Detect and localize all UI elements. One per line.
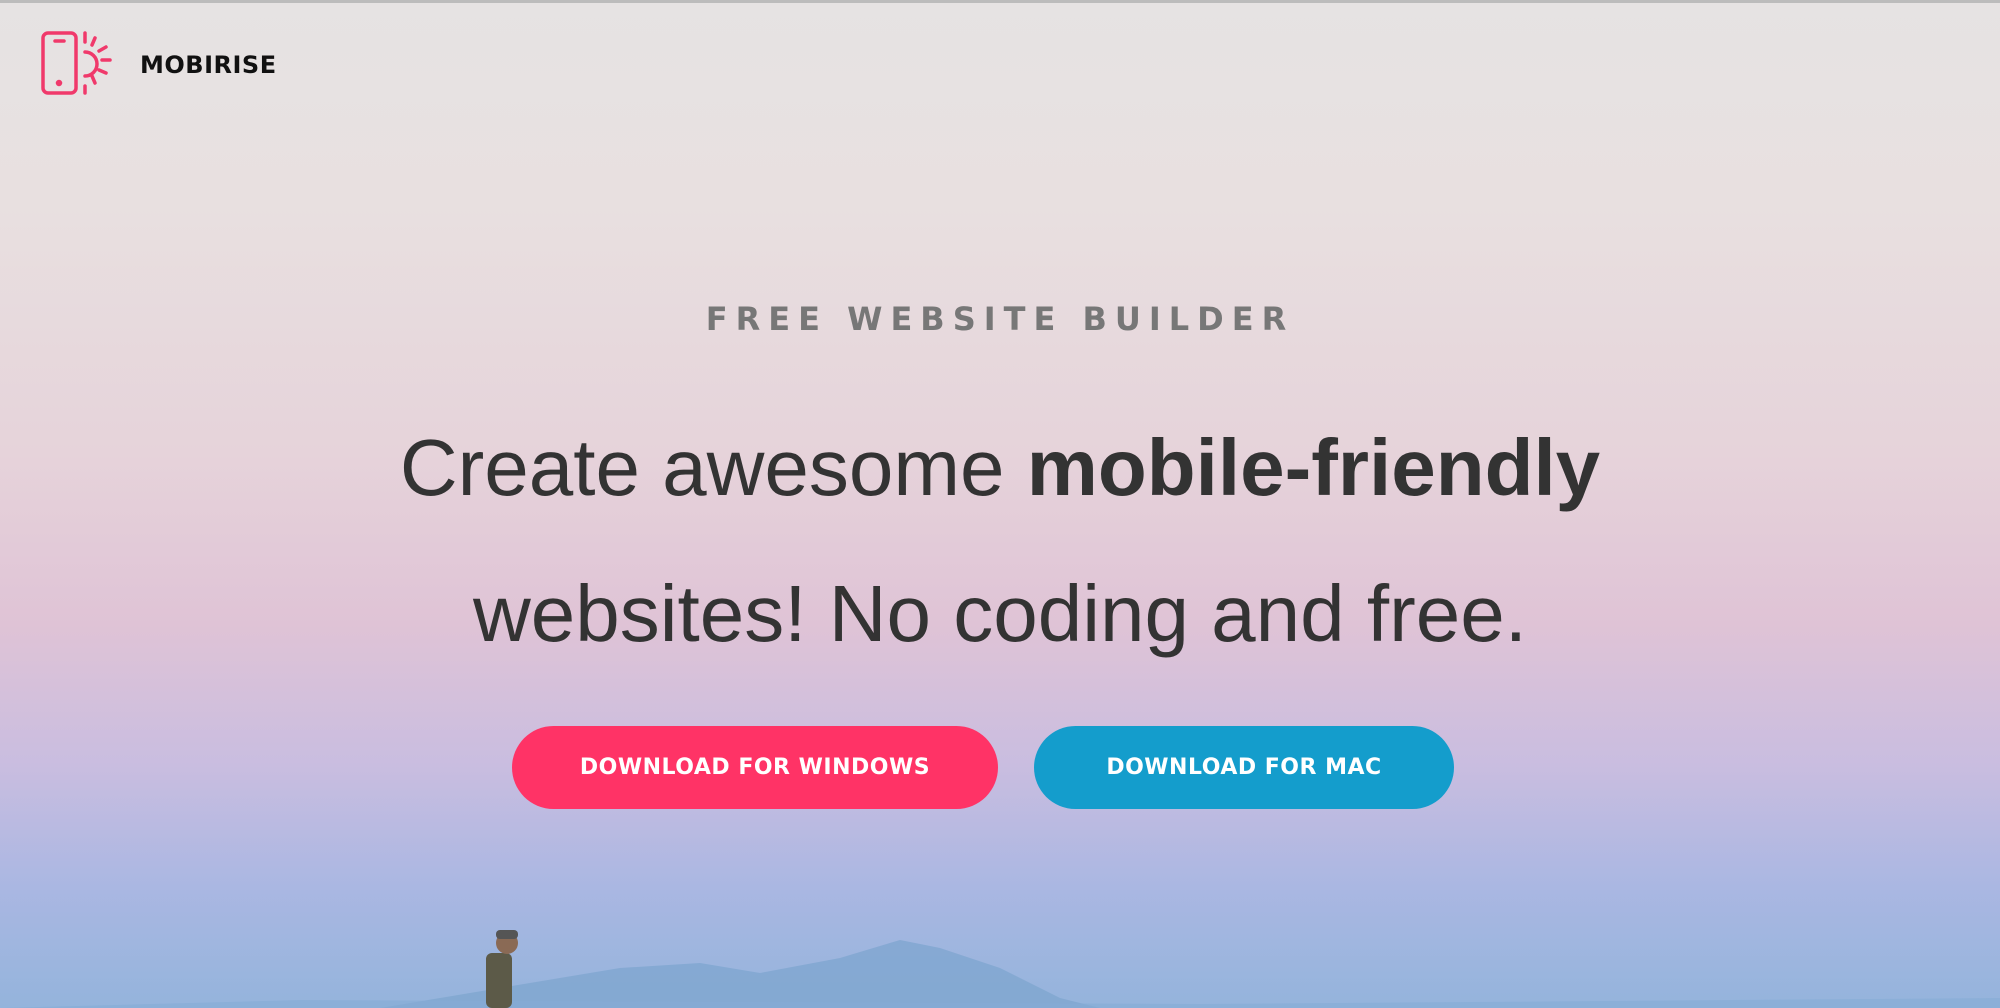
top-border bbox=[0, 0, 2000, 3]
headline-line2: websites! No coding and free. bbox=[473, 569, 1527, 658]
download-mac-button[interactable]: DOWNLOAD FOR MAC bbox=[1034, 726, 1454, 809]
brand[interactable]: MOBIRISE bbox=[40, 30, 277, 100]
headline-bold: mobile-friendly bbox=[1026, 423, 1601, 512]
brand-name: MOBIRISE bbox=[140, 51, 277, 79]
hero-headline: Create awesome mobile-friendly websites!… bbox=[0, 395, 2000, 687]
download-windows-button[interactable]: DOWNLOAD FOR WINDOWS bbox=[512, 726, 998, 809]
headline-text: Create awesome bbox=[399, 423, 1027, 512]
hero-kicker: FREE WEBSITE BUILDER bbox=[705, 300, 1295, 338]
background-mountains-image bbox=[0, 930, 2000, 1008]
phone-sun-icon bbox=[40, 30, 118, 100]
